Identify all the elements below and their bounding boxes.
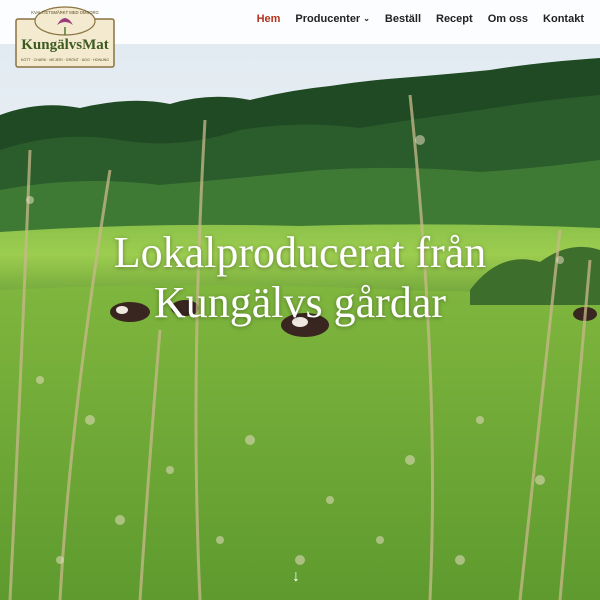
hero-headline-line2: Kungälvs gårdar	[153, 278, 446, 327]
nav-item-bestall[interactable]: Beställ	[385, 13, 421, 25]
kungalvsmat-logo[interactable]: KVALITETSMÄRKT MED OMSORG KungälvsMat KÖ…	[15, 5, 115, 69]
nav-item-om-oss[interactable]: Om oss	[488, 13, 528, 25]
nav-item-recept[interactable]: Recept	[436, 13, 473, 25]
logo-brand-text: KungälvsMat	[21, 37, 109, 53]
logo-arc-text: KVALITETSMÄRKT MED OMSORG	[31, 10, 99, 15]
logo-tagline: KÖTT · CHARK · MEJERI · GRÖNT · ÄGG · HO…	[21, 58, 109, 62]
nav-item-hem[interactable]: Hem	[257, 13, 281, 25]
nav-item-producenter-label: Producenter	[295, 13, 361, 25]
hero-headline-line1: Lokalproducerat från	[113, 228, 487, 277]
chevron-down-icon: ⌄	[363, 14, 370, 23]
hero-headline: Lokalproducerat från Kungälvs gårdar	[0, 228, 600, 328]
main-navigation: Hem Producenter ⌄ Beställ Recept Om oss K…	[257, 13, 584, 25]
arrow-down-icon[interactable]: ↓	[292, 568, 300, 586]
nav-item-kontakt[interactable]: Kontakt	[543, 13, 584, 25]
nav-item-producenter[interactable]: Producenter ⌄	[295, 13, 370, 25]
